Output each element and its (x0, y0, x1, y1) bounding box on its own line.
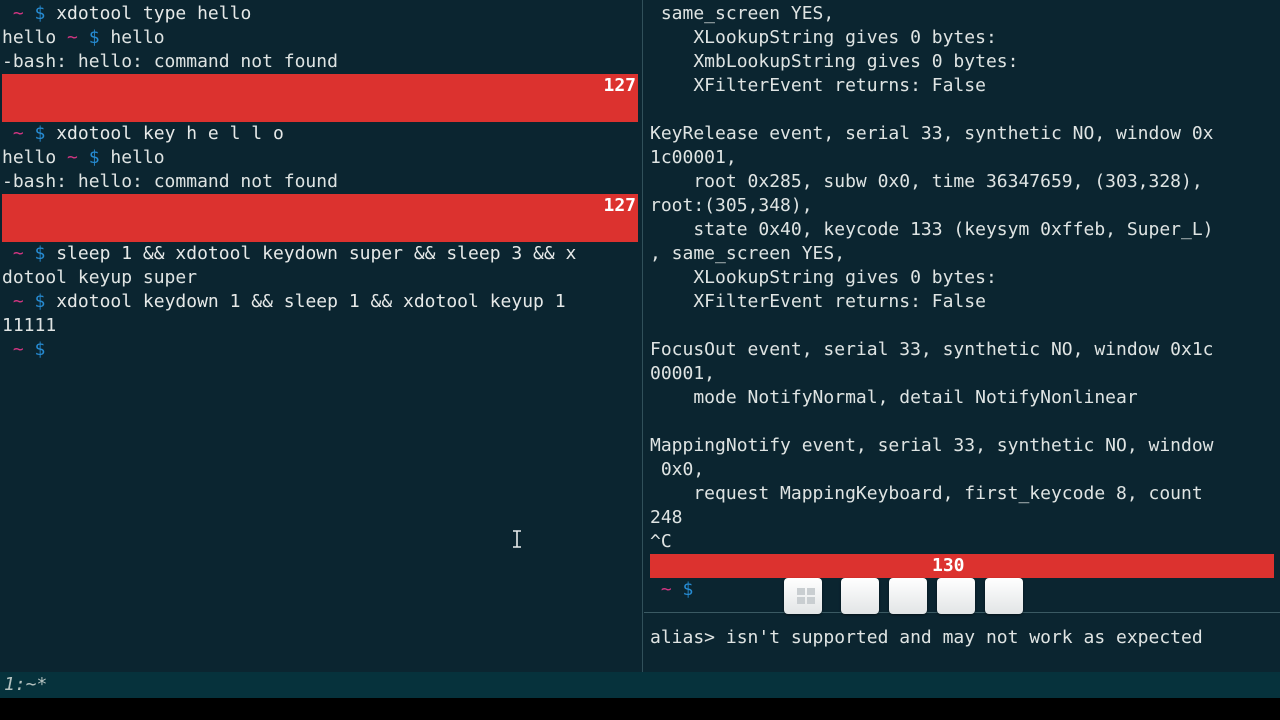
output-line: same_screen YES, (650, 3, 835, 24)
exit-code: 127 (603, 195, 636, 216)
output-line: XmbLookupString gives 0 bytes: (650, 51, 1019, 72)
output-line: request MappingKeyboard, first_keycode 8… (650, 483, 1203, 504)
output-line: state 0x40, keycode 133 (keysym 0xffeb, … (650, 219, 1214, 240)
command-text: xdotool key h e l l o (56, 123, 284, 144)
prompt-tilde: ~ (660, 579, 672, 600)
exit-status-bar: 130 (650, 554, 1274, 578)
active-prompt[interactable]: ~ $ (650, 578, 694, 602)
prompt-line: ~ $ xdotool type hello (2, 2, 251, 26)
exit-status-bar: 127 (2, 74, 638, 122)
typed-output: hello (2, 147, 57, 168)
prompt-line: ~ $ sleep 1 && xdotool keydown super && … (2, 242, 577, 266)
typed-output: hello (2, 27, 57, 48)
active-prompt[interactable]: ~ $ (2, 338, 46, 362)
output-line: XFilterEvent returns: False (650, 291, 986, 312)
exit-code: 127 (603, 75, 636, 96)
prompt-tilde: ~ (12, 291, 24, 312)
output-line: mode NotifyNormal, detail NotifyNonlinea… (650, 387, 1138, 408)
output-line: KeyRelease event, serial 33, synthetic N… (650, 123, 1214, 144)
text-cursor-icon (513, 530, 521, 548)
output-line: 11111 (2, 315, 57, 336)
command-text: hello (110, 27, 165, 48)
exit-code: 130 (932, 555, 965, 576)
pane-divider[interactable] (642, 0, 643, 672)
output-line: MappingNotify event, serial 33, syntheti… (650, 435, 1214, 456)
output-line: XLookupString gives 0 bytes: (650, 267, 997, 288)
output-line: 248 (650, 507, 683, 528)
left-terminal-pane[interactable]: ~ $ xdotool type hello hello ~ $ hello -… (0, 0, 641, 672)
output-line: root 0x285, subw 0x0, time 36347659, (30… (650, 171, 1203, 192)
prompt-dollar: $ (88, 147, 100, 168)
output-line: 00001, (650, 363, 716, 384)
windows-key-icon (784, 578, 822, 614)
bottom-border (0, 698, 1280, 720)
prompt-dollar: $ (34, 123, 46, 144)
command-text: hello (110, 147, 165, 168)
prompt-tilde: ~ (12, 339, 24, 360)
prompt-tilde: ~ (67, 147, 78, 168)
output-line: ^C (650, 531, 672, 552)
command-text: xdotool keydown 1 && sleep 1 && xdotool … (56, 291, 566, 312)
prompt-dollar: $ (682, 579, 694, 600)
prompt-dollar: $ (34, 3, 46, 24)
output-line: , same_screen YES, (650, 243, 846, 264)
prompt-tilde: ~ (12, 3, 24, 24)
prompt-tilde: ~ (12, 123, 24, 144)
error-line: -bash: hello: command not found (2, 51, 338, 72)
prompt-dollar: $ (34, 291, 46, 312)
blank-key-icon (889, 578, 927, 614)
windows-logo-icon (797, 588, 815, 604)
output-line: 1c00001, (650, 147, 737, 168)
prompt-line: ~ $ xdotool key h e l l o (2, 122, 284, 146)
prompt-tilde: ~ (67, 27, 78, 48)
prompt-dollar: $ (34, 339, 46, 360)
output-line: XFilterEvent returns: False (650, 75, 986, 96)
output-line: root:(305,348), (650, 195, 813, 216)
blank-key-icon (841, 578, 879, 614)
error-line: -bash: hello: command not found (2, 171, 338, 192)
command-continuation: dotool keyup super (2, 267, 198, 288)
status-message: alias> isn't supported and may not work … (650, 627, 1203, 648)
tmux-status-bar: 1:~* (0, 672, 1280, 698)
command-text: xdotool type hello (56, 3, 252, 24)
output-line: hello ~ $ hello (2, 26, 165, 50)
blank-key-icon (937, 578, 975, 614)
window-list[interactable]: 1:~* (4, 673, 47, 697)
output-line: XLookupString gives 0 bytes: (650, 27, 997, 48)
right-terminal-pane[interactable]: same_screen YES, XLookupString gives 0 b… (644, 0, 1280, 672)
prompt-dollar: $ (88, 27, 100, 48)
exit-status-bar: 127 (2, 194, 638, 242)
output-line: FocusOut event, serial 33, synthetic NO,… (650, 339, 1214, 360)
prompt-tilde: ~ (12, 243, 24, 264)
blank-key-icon (985, 578, 1023, 614)
output-line: hello ~ $ hello (2, 146, 165, 170)
command-text: sleep 1 && xdotool keydown super && slee… (56, 243, 577, 264)
prompt-line: ~ $ xdotool keydown 1 && sleep 1 && xdot… (2, 290, 566, 314)
output-line: 0x0, (650, 459, 705, 480)
prompt-dollar: $ (34, 243, 46, 264)
